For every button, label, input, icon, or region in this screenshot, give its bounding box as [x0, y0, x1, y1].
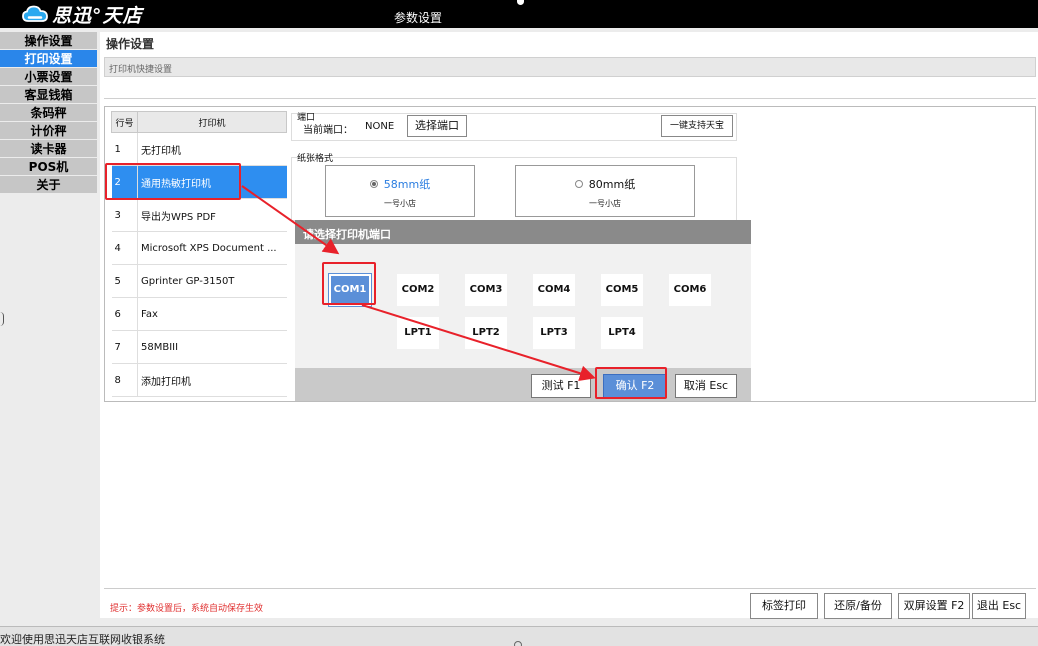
divider — [104, 98, 1036, 99]
annotation-box-com1 — [322, 262, 376, 305]
printer-row[interactable]: 3 导出为WPS PDF — [111, 198, 287, 232]
printer-row[interactable]: 5 Gprinter GP-3150T — [111, 264, 287, 298]
app-logo: 思迅°天店 — [22, 2, 143, 27]
footer-toolbar: 提示：参数设置后，系统自动保存生效 标签打印 还原/备份 双屏设置 F2 退出 … — [104, 588, 1036, 619]
cancel-button[interactable]: 取消 Esc — [675, 374, 737, 398]
restore-backup-button[interactable]: 还原/备份 — [824, 593, 892, 619]
status-text: 欢迎使用思迅天店互联网收银系统 — [0, 633, 165, 646]
current-port-label: 当前端口： — [303, 125, 353, 136]
select-port-button[interactable]: 选择端口 — [407, 115, 467, 137]
printer-name: 无打印机 — [137, 132, 287, 166]
sidebar-item[interactable]: POS机 — [0, 158, 97, 176]
current-port-value: NONE — [365, 121, 395, 132]
dual-screen-button[interactable]: 双屏设置 F2 — [898, 593, 970, 619]
port-select-dialog: 请选择打印机端口 COM1 COM2 COM3 COM4 COM5 COM6 LPT1 LPT… — [295, 220, 751, 401]
one-key-tianbao-button[interactable]: 一键支持天宝 — [661, 115, 733, 137]
port-button-com4[interactable]: COM4 — [533, 274, 575, 306]
sidebar-item[interactable]: 计价秤 — [0, 122, 97, 140]
annotation-box-confirm — [595, 367, 667, 399]
port-button-lpt3[interactable]: LPT3 — [533, 317, 575, 349]
printer-name: 58MBIII — [137, 330, 287, 364]
printer-row[interactable]: 7 58MBIII — [111, 330, 287, 364]
printer-name: Gprinter GP-3150T — [137, 264, 287, 298]
port-button-com5[interactable]: COM5 — [601, 274, 643, 306]
printer-name: 导出为WPS PDF — [137, 198, 287, 232]
port-button-lpt4[interactable]: LPT4 — [601, 317, 643, 349]
radio-unchecked-icon[interactable] — [574, 180, 583, 188]
printer-row[interactable]: 6 Fax — [111, 297, 287, 331]
printer-settings-box: 行号 打印机 1 无打印机 2 通用热敏打印机 3 导出为WPS PDF 4 Microsof… — [104, 106, 1036, 402]
radio-checked-icon[interactable] — [369, 180, 378, 188]
port-button-com3[interactable]: COM3 — [465, 274, 507, 306]
main-panel: 操作设置 打印机快捷设置 行号 打印机 1 无打印机 2 通用热敏打印机 3 导出为WPS… — [100, 32, 1038, 619]
page-title: 操作设置 — [106, 37, 155, 51]
annotation-box-printer-row — [105, 163, 241, 200]
sidebar-item[interactable]: 打印设置 — [0, 50, 97, 68]
paper-option-name: 80mm纸 — [588, 178, 636, 191]
dialog-title-bar: 请选择打印机端口 — [295, 220, 751, 244]
paper-option-sub: 一号小店 — [384, 199, 416, 208]
paper-option-58mm[interactable]: 58mm纸 一号小店 — [325, 165, 475, 217]
printer-row-number: 7 — [111, 330, 138, 364]
port-button-lpt2[interactable]: LPT2 — [465, 317, 507, 349]
status-bar: 欢迎使用思迅天店互联网收银系统 — [0, 626, 1038, 646]
port-button-com2[interactable]: COM2 — [397, 274, 439, 306]
printer-row-number: 3 — [111, 198, 138, 232]
column-header-row-number: 行号 — [111, 111, 138, 133]
section-title: 打印机快捷设置 — [109, 65, 173, 75]
window-title: 参数设置 — [394, 11, 443, 25]
hint-text: 提示：参数设置后，系统自动保存生效 — [110, 604, 264, 614]
sidebar-item[interactable]: 操作设置 — [0, 32, 97, 50]
printer-row-number: 8 — [111, 363, 138, 397]
printer-row-number: 6 — [111, 297, 138, 331]
exit-button[interactable]: 退出 Esc — [972, 593, 1026, 619]
printer-row[interactable]: 8 添加打印机 — [111, 363, 287, 397]
sidebar-item[interactable]: 读卡器 — [0, 140, 97, 158]
printer-row-number: 1 — [111, 132, 138, 166]
window-handle[interactable] — [517, 0, 524, 5]
printer-name: 添加打印机 — [137, 363, 287, 397]
column-header-printer: 打印机 — [137, 111, 287, 133]
paper-format-label: 纸张格式 — [297, 154, 334, 164]
printer-row-number: 4 — [111, 231, 138, 265]
paper-option-80mm[interactable]: 80mm纸 一号小店 — [515, 165, 695, 217]
logo-text: 思迅°天店 — [52, 4, 143, 27]
sidebar: 操作设置 打印设置 小票设置 客显钱箱 条码秤 计价秤 读卡器 POS机 关于 — [0, 32, 97, 194]
status-indicator-icon — [514, 641, 522, 646]
section-header: 打印机快捷设置 — [104, 57, 1036, 77]
collapse-left-handle[interactable] — [0, 312, 4, 326]
sidebar-item[interactable]: 条码秤 — [0, 104, 97, 122]
cloud-logo-icon — [22, 5, 48, 22]
sidebar-item[interactable]: 客显钱箱 — [0, 86, 97, 104]
port-button-lpt1[interactable]: LPT1 — [397, 317, 439, 349]
printer-name: Fax — [137, 297, 287, 331]
printer-row-number: 5 — [111, 264, 138, 298]
printer-name: Microsoft XPS Document ... — [137, 231, 287, 265]
sidebar-item[interactable]: 小票设置 — [0, 68, 97, 86]
printer-row[interactable]: 1 无打印机 — [111, 132, 287, 166]
paper-option-name: 58mm纸 — [383, 178, 431, 191]
paper-option-sub: 一号小店 — [589, 199, 621, 208]
printer-table: 行号 打印机 1 无打印机 2 通用热敏打印机 3 导出为WPS PDF 4 Microsof… — [111, 111, 287, 397]
dialog-title: 请选择打印机端口 — [303, 228, 391, 241]
label-print-button[interactable]: 标签打印 — [750, 593, 818, 619]
test-button[interactable]: 测试 F1 — [531, 374, 591, 398]
printer-row[interactable]: 4 Microsoft XPS Document ... — [111, 231, 287, 265]
sidebar-item[interactable]: 关于 — [0, 176, 97, 194]
title-bar: 思迅°天店 参数设置 — [0, 0, 1038, 28]
port-button-com6[interactable]: COM6 — [669, 274, 711, 306]
